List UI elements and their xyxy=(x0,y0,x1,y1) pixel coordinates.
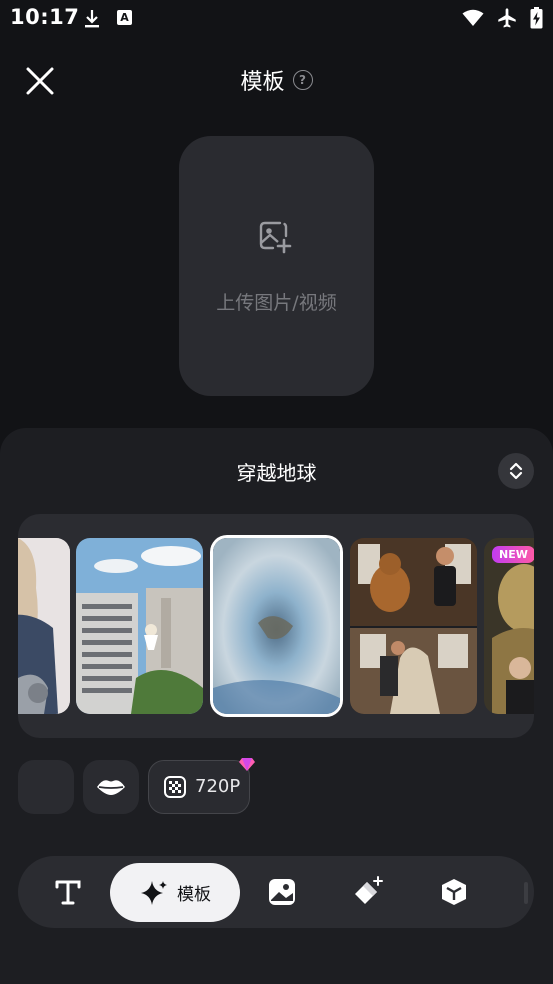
lips-icon xyxy=(97,780,125,795)
status-bar: 10:17 A xyxy=(0,0,553,38)
effects-tool[interactable] xyxy=(346,856,390,928)
help-icon[interactable]: ? xyxy=(292,70,313,90)
resolution-label: 720P xyxy=(195,776,241,797)
sparkle-icon xyxy=(141,880,167,905)
cube-icon xyxy=(442,879,466,905)
template-name: 穿越地球 xyxy=(236,461,317,485)
resolution-icon xyxy=(164,776,186,798)
battery-charging-icon xyxy=(530,7,543,29)
download-icon xyxy=(85,10,99,28)
upload-label: 上传图片/视频 xyxy=(216,292,337,314)
template-carousel[interactable]: NEW xyxy=(18,514,534,738)
template-tool-label: 模板 xyxy=(177,885,211,905)
template-tool[interactable]: 模板 xyxy=(110,863,240,922)
audio-wave-icon xyxy=(33,773,57,801)
thumbnail-earth-zoom[interactable] xyxy=(213,538,340,714)
text-tool[interactable] xyxy=(46,856,90,928)
airplane-icon xyxy=(498,8,516,28)
wifi-icon xyxy=(462,9,484,26)
resolution-button[interactable]: 720P xyxy=(148,758,255,814)
expand-button[interactable] xyxy=(498,453,534,489)
chevron-up-down-icon xyxy=(509,462,523,480)
magic-eraser-icon xyxy=(355,876,383,904)
thumbnail-buddha-statue[interactable]: NEW xyxy=(484,538,534,714)
upload-media-card[interactable]: 上传图片/视频 xyxy=(179,136,374,396)
status-time: 10:17 xyxy=(10,5,80,29)
toolbar-scroll-edge xyxy=(524,882,528,904)
new-badge: NEW xyxy=(492,546,534,563)
page-title-row: 模板 ? xyxy=(0,64,553,96)
thumbnail-knight-woman[interactable] xyxy=(18,538,70,714)
thumbnail-capybara-dance[interactable] xyxy=(350,538,477,714)
image-icon xyxy=(269,879,295,905)
app-notification-icon: A xyxy=(117,10,132,25)
page-title: 模板 xyxy=(240,70,285,95)
thumbnail-city-building-jump[interactable] xyxy=(76,538,203,714)
lip-sync-button[interactable] xyxy=(83,760,139,814)
premium-gem-icon xyxy=(239,758,255,771)
bottom-toolbar: 模板 xyxy=(18,856,534,928)
add-image-icon xyxy=(259,221,292,254)
text-icon xyxy=(55,880,81,905)
3d-tool[interactable] xyxy=(432,856,476,928)
audio-button[interactable] xyxy=(18,760,74,814)
image-tool[interactable] xyxy=(260,856,304,928)
